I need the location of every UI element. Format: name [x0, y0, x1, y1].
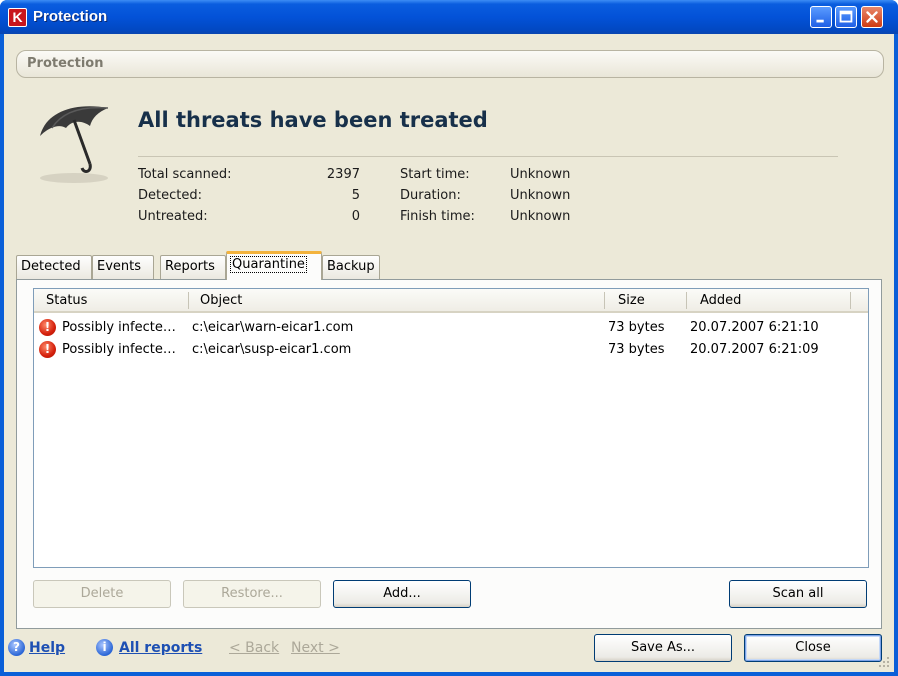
next-link[interactable]: Next > [291, 640, 340, 656]
delete-button[interactable]: Delete [33, 580, 171, 608]
start-time-value: Unknown [510, 167, 571, 182]
maximize-icon [839, 10, 853, 23]
detected-label: Detected: [138, 188, 202, 203]
tab-quarantine[interactable]: Quarantine [226, 251, 322, 280]
window-title: Protection [33, 8, 108, 25]
object-cell: c:\eicar\warn-eicar1.com [192, 320, 354, 335]
all-reports-link[interactable]: All reports [119, 640, 202, 656]
table-row[interactable]: ! Possibly infecte… c:\eicar\warn-eicar1… [34, 317, 868, 339]
tab-detected[interactable]: Detected [16, 255, 92, 279]
column-divider[interactable] [850, 292, 851, 309]
finish-time-label: Finish time: [400, 209, 475, 224]
tab-label: Reports [165, 259, 215, 274]
tab-backup[interactable]: Backup [322, 255, 380, 279]
start-time-label: Start time: [400, 167, 470, 182]
tab-label: Backup [327, 259, 375, 274]
section-header: Protection [16, 50, 884, 78]
added-cell: 20.07.2007 6:21:10 [690, 320, 819, 335]
finish-time-value: Unknown [510, 209, 571, 224]
detected-value: 5 [351, 188, 360, 203]
column-divider[interactable] [686, 292, 687, 309]
protection-window: K Protection Protection All threats have… [0, 0, 898, 676]
untreated-label: Untreated: [138, 209, 208, 224]
total-scanned-value: 2397 [326, 167, 360, 182]
column-header-object[interactable]: Object [200, 293, 242, 308]
title-bar[interactable]: K Protection [0, 0, 898, 34]
size-cell: 73 bytes [608, 320, 665, 335]
close-icon [866, 11, 878, 23]
tab-reports[interactable]: Reports [160, 255, 226, 279]
column-divider[interactable] [604, 292, 605, 309]
divider [138, 156, 838, 157]
tab-label: Quarantine [230, 256, 307, 273]
tab-label: Events [97, 259, 142, 274]
column-header-status[interactable]: Status [46, 293, 87, 308]
add-button[interactable]: Add... [333, 580, 471, 608]
tab-label: Detected [21, 259, 81, 274]
info-icon[interactable]: i [96, 639, 113, 656]
untreated-value: 0 [351, 209, 360, 224]
back-link[interactable]: < Back [229, 640, 279, 656]
duration-label: Duration: [400, 188, 461, 203]
tab-events[interactable]: Events [92, 255, 154, 279]
close-window-button[interactable] [861, 6, 883, 28]
umbrella-icon [40, 106, 109, 183]
close-button[interactable]: Close [744, 634, 882, 662]
column-header-size[interactable]: Size [618, 293, 645, 308]
minimize-icon [816, 19, 824, 23]
scan-all-button[interactable]: Scan all [729, 580, 867, 608]
total-scanned-label: Total scanned: [138, 167, 232, 182]
column-divider[interactable] [188, 292, 189, 309]
resize-grip-icon[interactable] [878, 656, 890, 668]
scan-result-headline: All threats have been treated [138, 108, 488, 132]
help-icon[interactable]: ? [8, 639, 25, 656]
help-link[interactable]: Help [29, 640, 65, 656]
duration-value: Unknown [510, 188, 571, 203]
warning-icon: ! [39, 341, 56, 358]
column-header-added[interactable]: Added [700, 293, 741, 308]
save-as-button[interactable]: Save As... [594, 634, 732, 662]
size-cell: 73 bytes [608, 342, 665, 357]
maximize-button[interactable] [835, 6, 857, 28]
minimize-button[interactable] [810, 6, 832, 28]
added-cell: 20.07.2007 6:21:09 [690, 342, 819, 357]
restore-button[interactable]: Restore... [183, 580, 321, 608]
quarantine-list[interactable]: Status Object Size Added ! Possibly infe… [33, 288, 869, 568]
window-client-area: Protection All threats have been treated… [4, 34, 894, 672]
quarantine-panel: Status Object Size Added ! Possibly infe… [16, 279, 882, 629]
warning-icon: ! [39, 319, 56, 336]
status-cell: Possibly infecte… [62, 320, 176, 335]
list-header: Status Object Size Added [34, 289, 868, 313]
status-cell: Possibly infecte… [62, 342, 176, 357]
section-title: Protection [27, 56, 104, 71]
kaspersky-logo-icon: K [8, 8, 27, 27]
object-cell: c:\eicar\susp-eicar1.com [192, 342, 352, 357]
table-row[interactable]: ! Possibly infecte… c:\eicar\susp-eicar1… [34, 339, 868, 361]
